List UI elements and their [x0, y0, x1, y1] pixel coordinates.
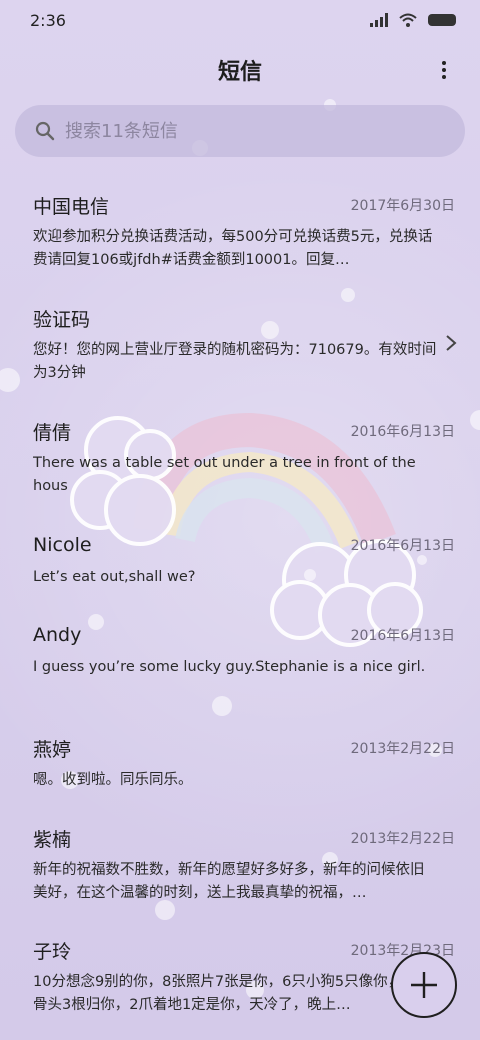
sender-name: Nicole — [33, 534, 92, 556]
message-date: 2017年6月30日 — [350, 198, 455, 214]
page-title: 短信 — [217, 60, 262, 85]
list-item[interactable]: 倩倩 2016年6月13日 There was a table set out … — [0, 416, 480, 498]
list-item[interactable]: 紫楠 2013年2月22日 新年的祝福数不胜数，新年的愿望好多好多，新年的问候依… — [0, 823, 480, 905]
message-preview: Let’s eat out,shall we? — [33, 569, 196, 585]
sender-name: 倩倩 — [33, 421, 72, 444]
list-item[interactable]: Nicole 2016年6月13日 Let’s eat out,shall we… — [0, 530, 480, 589]
list-item[interactable]: 中国电信 2017年6月30日 欢迎参加积分兑换话费活动，每500分可兑换话费5… — [0, 190, 480, 272]
more-options-button[interactable] — [432, 58, 456, 82]
more-vertical-icon — [442, 61, 446, 65]
sender-name: 燕婷 — [33, 738, 72, 761]
message-date: 2013年2月22日 — [350, 831, 455, 847]
message-preview: There was a table set out under a tree i… — [33, 455, 416, 494]
sender-name: 紫楠 — [33, 828, 72, 851]
sender-name: 中国电信 — [33, 195, 110, 218]
wifi-icon — [399, 13, 417, 27]
message-date: 2013年2月22日 — [350, 741, 455, 757]
message-preview: 欢迎参加积分兑换话费活动，每500分可兑换话费5元，兑换话费请回复106或jfd… — [33, 229, 433, 268]
message-preview: 10分想念9别的你，8张照片7张是你，6只小狗5只像你，4根骨头3根归你，2爪着… — [33, 974, 426, 1013]
message-preview: 新年的祝福数不胜数，新年的愿望好多好多，新年的问候依旧美好，在这个温馨的时刻，送… — [33, 862, 425, 901]
sender-name: Andy — [33, 624, 82, 646]
list-item[interactable]: 燕婷 2013年2月22日 嗯。收到啦。同乐同乐。 — [0, 733, 480, 792]
sender-name: 验证码 — [33, 308, 91, 331]
list-item[interactable]: 验证码 您好！您的网上营业厅登录的随机密码为：710679。有效时间为3分钟 — [0, 303, 480, 385]
sender-name: 子玲 — [33, 940, 72, 963]
message-date: 2016年6月13日 — [350, 538, 455, 554]
compose-button[interactable] — [391, 952, 457, 1018]
message-date: 2016年6月13日 — [350, 424, 455, 440]
message-preview: I guess you’re some lucky guy.Stephanie … — [33, 659, 426, 675]
signal-icon — [370, 13, 388, 27]
chevron-right-icon — [446, 335, 457, 351]
message-date: 2016年6月13日 — [350, 628, 455, 644]
message-preview: 您好！您的网上营业厅登录的随机密码为：710679。有效时间为3分钟 — [33, 342, 437, 381]
header: 短信 — [0, 48, 480, 92]
list-item[interactable]: Andy 2016年6月13日 I guess you’re some luck… — [0, 620, 480, 679]
search-icon — [35, 121, 55, 141]
message-preview: 嗯。收到啦。同乐同乐。 — [33, 772, 193, 788]
search-input[interactable] — [65, 120, 445, 142]
status-bar: 2:36 — [0, 0, 480, 40]
battery-icon — [428, 14, 456, 26]
search-bar[interactable] — [15, 105, 465, 157]
plus-icon — [411, 972, 437, 998]
status-time: 2:36 — [30, 10, 66, 30]
